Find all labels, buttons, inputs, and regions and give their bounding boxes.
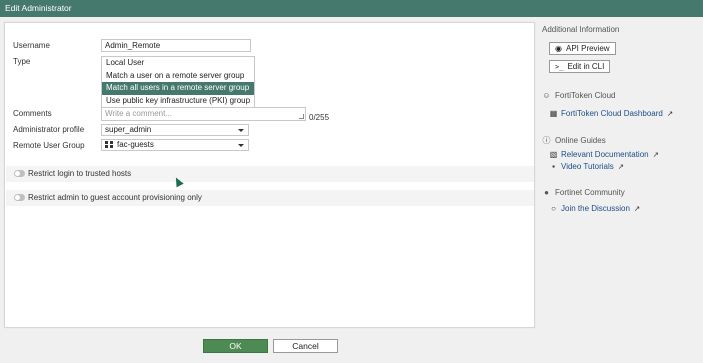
cancel-button[interactable]: Cancel [273, 339, 338, 353]
comments-label: Comments [13, 109, 52, 118]
api-preview-button[interactable]: ◉ API Preview [549, 42, 616, 55]
external-link-icon: ↗ [617, 162, 625, 171]
terminal-icon: >_ [555, 63, 564, 71]
type-option-local-user[interactable]: Local User [102, 57, 254, 70]
fortitoken-cloud-heading: ☺ FortiToken Cloud [542, 91, 615, 100]
restrict-trusted-hosts-label: Restrict login to trusted hosts [28, 169, 132, 178]
fortinet-community-heading: ● Fortinet Community [542, 188, 625, 197]
chevron-down-icon [238, 129, 244, 132]
type-dropdown[interactable]: Local User Match a user on a remote serv… [101, 56, 255, 108]
external-link-icon: ↗ [652, 150, 659, 159]
join-discussion-label: Join the Discussion [561, 204, 630, 213]
relevant-documentation-link[interactable]: ▧ Relevant Documentation ↗ [549, 150, 659, 159]
relevant-documentation-label: Relevant Documentation [561, 150, 649, 159]
restrict-guest-provisioning-label: Restrict admin to guest account provisio… [28, 193, 202, 202]
comment-icon: ○ [551, 204, 556, 213]
edit-admin-form: Username Admin_Remote Type Local User Ma… [4, 22, 535, 328]
chat-bubbles-icon: ● [544, 188, 549, 197]
comments-textarea[interactable]: Write a comment... [101, 107, 306, 121]
comments-placeholder: Write a comment... [105, 109, 172, 118]
comments-counter: 0/255 [309, 113, 330, 122]
online-guides-heading: ⓘ Online Guides [542, 135, 606, 146]
remote-group-select[interactable]: fac-guests [101, 139, 249, 151]
additional-info-heading: Additional Information [542, 25, 620, 34]
username-input[interactable]: Admin_Remote [101, 39, 251, 52]
type-label: Type [13, 57, 31, 66]
admin-profile-value: super_admin [105, 125, 152, 134]
edit-in-cli-label: Edit in CLI [567, 62, 605, 71]
type-option-pki-group[interactable]: Use public key infrastructure (PKI) grou… [102, 95, 254, 108]
dashboard-icon: ▦ [549, 109, 558, 118]
external-link-icon: ↗ [633, 204, 641, 213]
help-circle-icon: ⓘ [542, 136, 551, 145]
type-option-match-user[interactable]: Match a user on a remote server group [102, 70, 254, 83]
type-option-match-all-users[interactable]: Match all users in a remote server group [102, 82, 254, 95]
join-discussion-link[interactable]: ○ Join the Discussion ↗ [549, 204, 640, 213]
restrict-guest-provisioning-toggle[interactable] [14, 194, 25, 201]
window-title: Edit Administrator [0, 0, 703, 17]
restrict-guest-provisioning-row: Restrict admin to guest account provisio… [6, 190, 534, 206]
admin-profile-label: Administrator profile [13, 125, 85, 134]
fortitoken-cloud-heading-label: FortiToken Cloud [555, 91, 616, 100]
users-icon: ☺ [542, 91, 551, 100]
video-tutorials-link[interactable]: ▪ Video Tutorials ↗ [549, 162, 624, 171]
external-link-icon: ↗ [666, 109, 674, 118]
fortitoken-dashboard-label: FortiToken Cloud Dashboard [561, 109, 663, 118]
admin-profile-select[interactable]: super_admin [101, 124, 249, 136]
fortitoken-dashboard-link[interactable]: ▦ FortiToken Cloud Dashboard ↗ [549, 109, 673, 118]
eye-icon: ◉ [555, 44, 562, 53]
restrict-trusted-hosts-toggle[interactable] [14, 170, 25, 177]
video-camera-icon: ▪ [552, 162, 555, 171]
book-icon: ▧ [549, 150, 558, 159]
username-label: Username [13, 41, 50, 50]
resize-grip-icon[interactable] [299, 114, 304, 119]
chevron-down-icon [238, 144, 244, 147]
remote-group-value: fac-guests [117, 140, 154, 149]
online-guides-heading-label: Online Guides [555, 136, 606, 145]
remote-group-label: Remote User Group [13, 141, 85, 150]
edit-in-cli-button[interactable]: >_ Edit in CLI [549, 60, 611, 73]
user-group-icon [105, 141, 113, 148]
restrict-trusted-hosts-row: Restrict login to trusted hosts [6, 166, 534, 182]
api-preview-label: API Preview [565, 44, 610, 53]
video-tutorials-label: Video Tutorials [561, 162, 614, 171]
fortinet-community-heading-label: Fortinet Community [555, 188, 625, 197]
ok-button[interactable]: OK [203, 339, 268, 353]
